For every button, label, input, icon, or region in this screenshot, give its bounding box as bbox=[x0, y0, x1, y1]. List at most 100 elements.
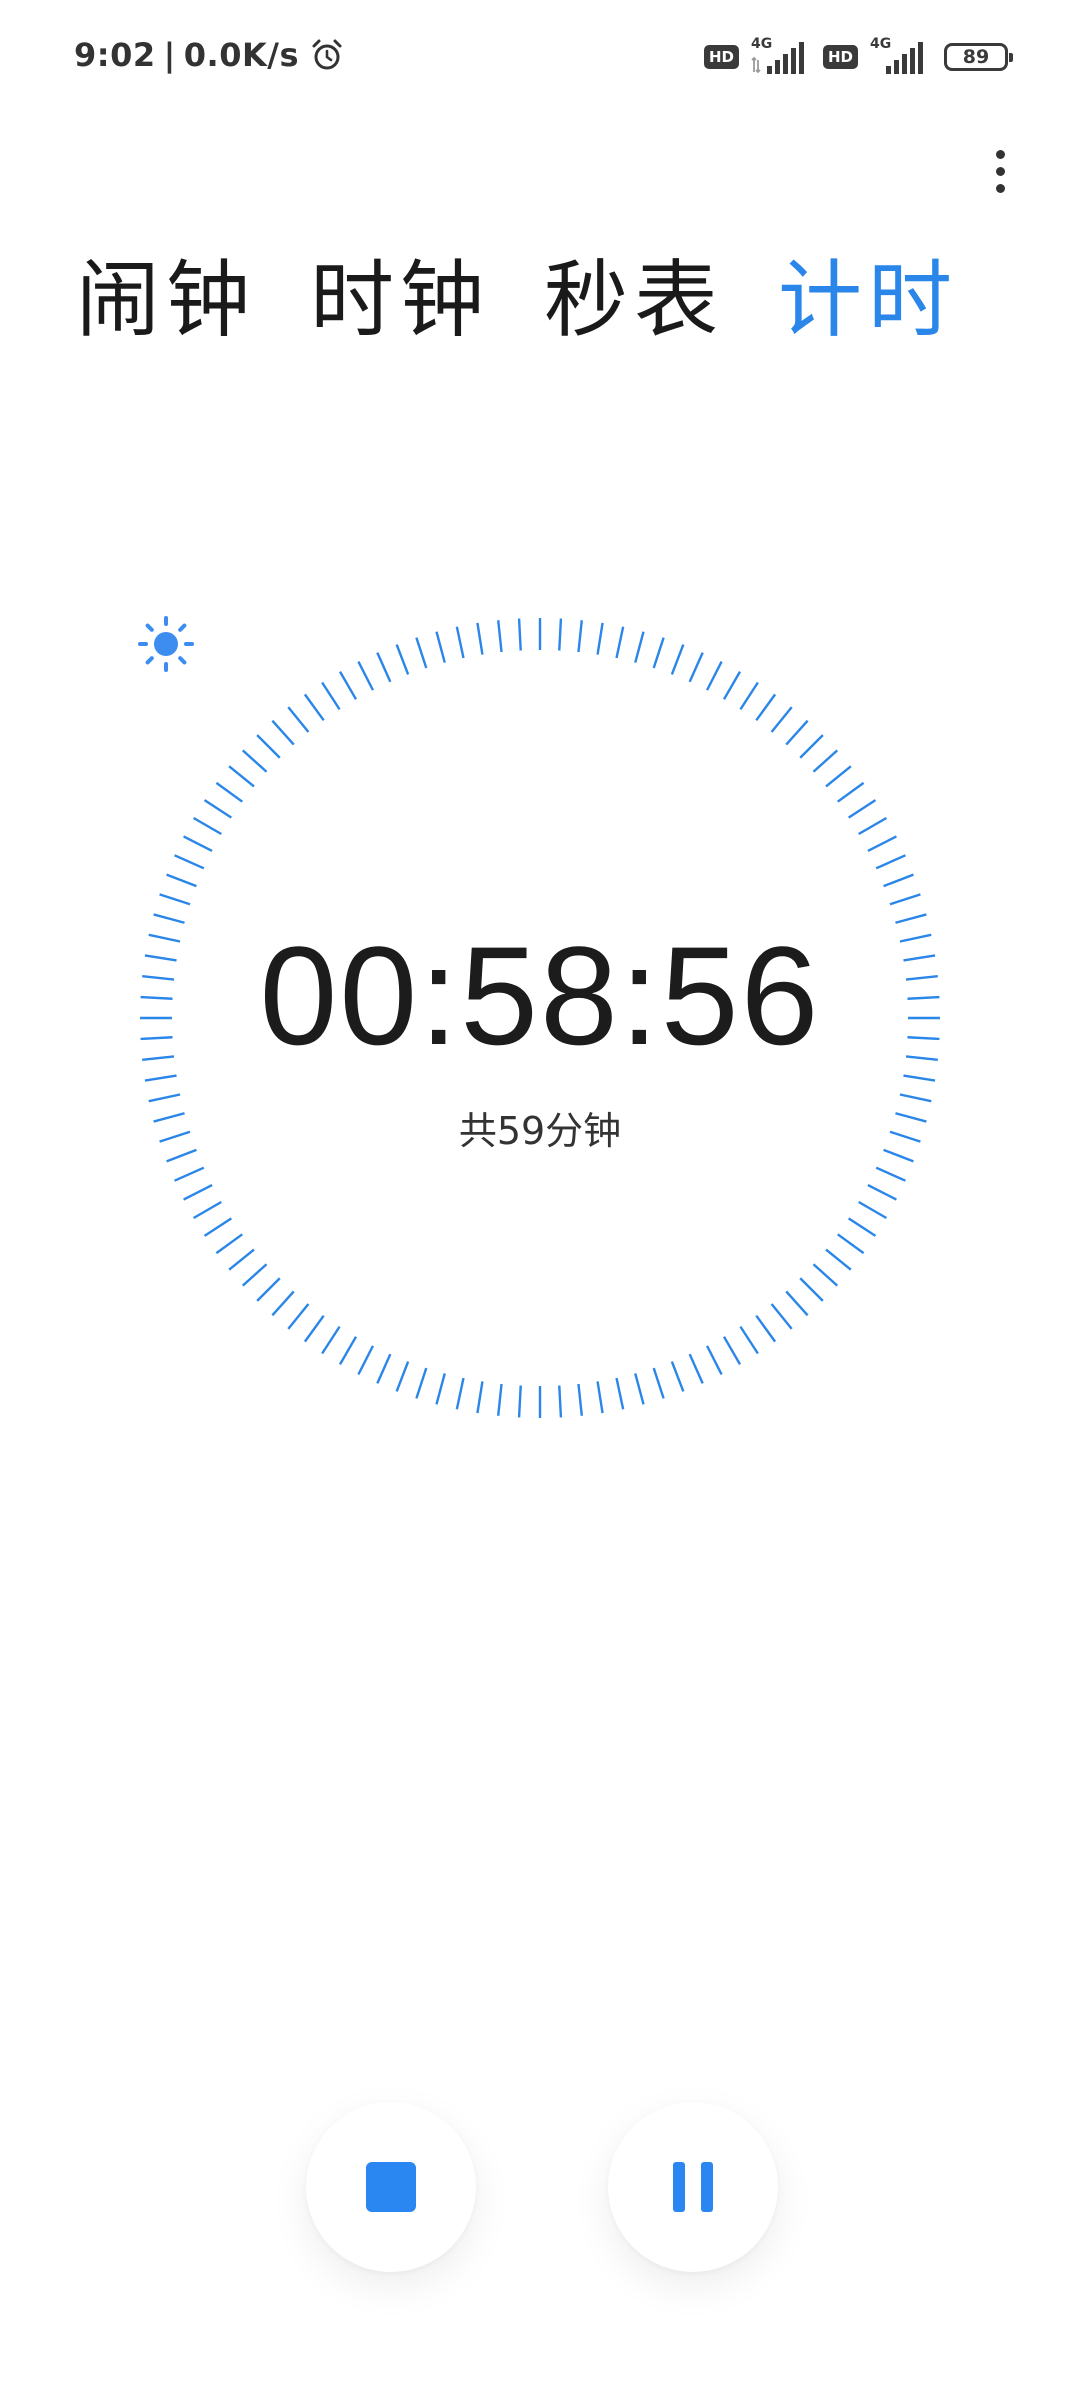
dial-tick bbox=[634, 631, 645, 663]
dial-tick bbox=[847, 799, 877, 819]
dial-tick bbox=[271, 1290, 295, 1317]
dial-tick bbox=[215, 781, 243, 803]
dial-tick bbox=[577, 620, 584, 653]
status-bar: 9:02 | 0.0K/s HD 4G HD 4G 89 bbox=[0, 0, 1080, 120]
dial-tick bbox=[739, 681, 759, 711]
dial-tick bbox=[303, 1315, 325, 1343]
dial-tick bbox=[785, 719, 809, 746]
network-type-sim2: 4G bbox=[870, 36, 892, 52]
dial-tick bbox=[577, 1383, 584, 1416]
dial-tick bbox=[395, 1361, 410, 1392]
battery-level: 89 bbox=[962, 46, 990, 68]
dial-tick bbox=[321, 1325, 341, 1355]
tab-clock[interactable]: 时钟 bbox=[310, 258, 490, 342]
dial-tick bbox=[338, 1336, 358, 1366]
dial-tick bbox=[144, 1074, 177, 1082]
dial-tick bbox=[376, 652, 392, 683]
dial-tick bbox=[256, 1277, 281, 1302]
dial-tick bbox=[256, 734, 281, 759]
tab-alarm[interactable]: 闹钟 bbox=[76, 258, 256, 342]
dial-tick bbox=[889, 893, 921, 906]
hd-badge-sim1: HD bbox=[703, 45, 739, 69]
dial-tick bbox=[825, 765, 852, 788]
tab-stopwatch[interactable]: 秒表 bbox=[544, 258, 724, 342]
dial-tick bbox=[183, 1184, 213, 1201]
dial-tick bbox=[739, 1325, 759, 1355]
dial-tick bbox=[634, 1373, 645, 1405]
dial-tick bbox=[706, 1345, 723, 1375]
tab-timer[interactable]: 计时 bbox=[778, 258, 958, 342]
dial-tick bbox=[166, 873, 197, 888]
pause-icon bbox=[673, 2162, 713, 2212]
dial-tick bbox=[875, 854, 906, 870]
dial-tick bbox=[799, 1277, 824, 1302]
dial-tick bbox=[215, 1233, 243, 1255]
dial-tick bbox=[652, 637, 665, 669]
dial-tick bbox=[596, 1381, 604, 1414]
stop-button[interactable] bbox=[306, 2102, 476, 2272]
dial-tick bbox=[159, 893, 191, 906]
dial-tick bbox=[847, 1217, 877, 1237]
dial-tick bbox=[228, 1248, 255, 1271]
dial-tick bbox=[517, 618, 522, 651]
timer-remaining: 00:58:56 bbox=[259, 917, 821, 1074]
dial-tick bbox=[770, 706, 793, 733]
dial-tick bbox=[455, 626, 465, 659]
tab-bar: 闹钟 时钟 秒表 计时 bbox=[76, 258, 958, 342]
network-type-sim1: 4G bbox=[750, 36, 773, 52]
dial-tick bbox=[228, 765, 255, 788]
dial-tick bbox=[652, 1367, 665, 1399]
dial-tick bbox=[455, 1377, 465, 1410]
dial-tick bbox=[496, 1383, 503, 1416]
dial-tick bbox=[858, 816, 888, 836]
dial-tick bbox=[338, 670, 358, 700]
dial-tick bbox=[415, 637, 428, 669]
dial-tick bbox=[476, 622, 484, 655]
signal-sim1-icon: 4G bbox=[747, 36, 807, 76]
dial-tick bbox=[174, 1166, 205, 1182]
dial-tick bbox=[271, 719, 295, 746]
dial-tick bbox=[241, 749, 268, 773]
dial-tick bbox=[722, 1336, 742, 1366]
dial-tick bbox=[415, 1367, 428, 1399]
more-options-button[interactable] bbox=[970, 136, 1030, 206]
dial-tick bbox=[615, 626, 625, 659]
alarm-clock-icon bbox=[312, 39, 342, 70]
more-vertical-icon bbox=[995, 149, 1005, 159]
status-time: 9:02 bbox=[74, 36, 156, 74]
hd-badge-sim2: HD bbox=[822, 45, 858, 69]
dial-tick bbox=[670, 1361, 685, 1392]
dial-tick bbox=[241, 1263, 268, 1287]
dial-tick bbox=[174, 854, 205, 870]
dial-tick bbox=[837, 1233, 865, 1255]
pause-button[interactable] bbox=[608, 2102, 778, 2272]
battery-icon: 89 bbox=[944, 43, 1013, 71]
dial-tick bbox=[837, 781, 865, 803]
sun-icon[interactable] bbox=[136, 614, 196, 674]
dial-tick bbox=[770, 1303, 793, 1330]
status-separator: | bbox=[163, 36, 176, 74]
dial-tick bbox=[558, 618, 563, 651]
dial-tick bbox=[706, 661, 723, 691]
dial-tick bbox=[875, 1166, 906, 1182]
dial-tick bbox=[825, 1248, 852, 1271]
dial-tick bbox=[785, 1290, 809, 1317]
dial-tick bbox=[435, 631, 446, 663]
dial-tick bbox=[517, 1385, 522, 1418]
timer-total-label: 共59分钟 bbox=[458, 1109, 622, 1153]
network-speed: 0.0K/s bbox=[183, 36, 299, 74]
dial-tick bbox=[287, 706, 310, 733]
dial-tick bbox=[192, 1200, 222, 1220]
dial-tick bbox=[615, 1377, 625, 1410]
status-right: HD 4G HD 4G 89 bbox=[703, 36, 1013, 76]
dial-tick bbox=[395, 644, 410, 675]
dial-tick bbox=[153, 913, 185, 924]
dial-tick bbox=[812, 1263, 839, 1287]
dial-tick bbox=[799, 734, 824, 759]
pause-bar bbox=[701, 2162, 713, 2212]
dial-tick bbox=[376, 1353, 392, 1384]
dial-tick bbox=[688, 652, 704, 683]
dial-tick bbox=[435, 1373, 446, 1405]
dial-tick bbox=[357, 661, 374, 691]
dial-tick bbox=[476, 1381, 484, 1414]
